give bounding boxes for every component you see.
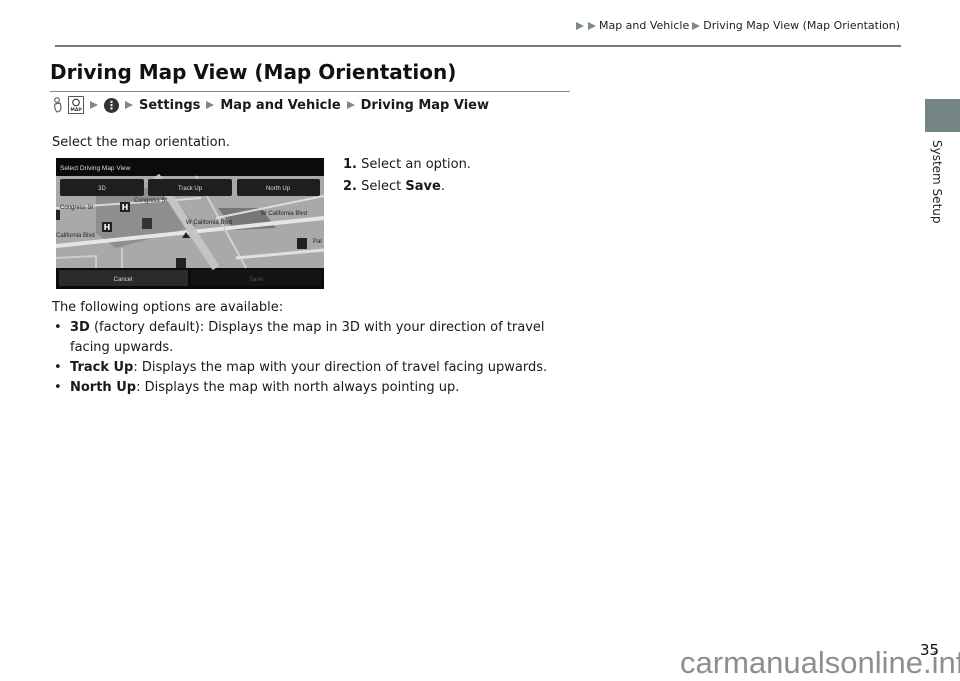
intro-text: Select the map orientation. bbox=[52, 135, 230, 150]
svg-text:MAP: MAP bbox=[70, 107, 82, 113]
option-desc: : Displays the map with your direction o… bbox=[133, 360, 548, 375]
step-number: 2. bbox=[343, 179, 357, 194]
step-suffix: . bbox=[440, 179, 445, 194]
option-desc: : Displays the map with north always poi… bbox=[136, 380, 460, 395]
option-3d-label: 3D bbox=[98, 186, 106, 192]
voice-hand-icon bbox=[54, 97, 62, 113]
section-label: System Setup bbox=[930, 140, 944, 224]
save-label: Save bbox=[249, 277, 263, 283]
breadcrumb-item[interactable]: Driving Map View (Map Orientation) bbox=[703, 19, 900, 32]
path-arrow-icon bbox=[346, 101, 355, 109]
path-item-settings: Settings bbox=[139, 97, 201, 113]
path-arrow-icon bbox=[125, 101, 133, 109]
breadcrumb-item[interactable]: Map and Vehicle bbox=[599, 19, 689, 32]
options-list: 3D (factory default): Displays the map i… bbox=[52, 318, 572, 398]
path-item-map-and-vehicle: Map and Vehicle bbox=[220, 97, 341, 113]
path-arrow-icon bbox=[90, 101, 98, 109]
step-number: 1. bbox=[343, 157, 357, 172]
map-street-label: W California Blvd bbox=[261, 211, 307, 217]
page-title: Driving Map View (Map Orientation) bbox=[50, 60, 457, 84]
breadcrumb-arrow-icon bbox=[587, 21, 596, 30]
breadcrumb: Map and Vehicle Driving Map View (Map Or… bbox=[575, 19, 900, 32]
map-street-label: Congress St bbox=[134, 198, 167, 204]
step-item: 1. Select an option. bbox=[343, 154, 471, 176]
page-number: 35 bbox=[920, 641, 940, 659]
screen-header: Select Driving Map View bbox=[60, 165, 131, 172]
path-item-driving-map-view: Driving Map View bbox=[360, 97, 489, 113]
options-intro: The following options are available: bbox=[52, 300, 284, 315]
svg-text:H: H bbox=[104, 223, 111, 232]
step-bold-term: Save bbox=[405, 179, 441, 194]
option-item: 3D (factory default): Displays the map i… bbox=[52, 318, 572, 358]
svg-text:H: H bbox=[122, 203, 129, 212]
steps-list: 1. Select an option. 2. Select Save. bbox=[343, 154, 471, 198]
option-name: Track Up bbox=[70, 360, 134, 375]
option-name: North Up bbox=[70, 380, 137, 395]
navigation-path: MAP ⋮ Settings Map and Vehicle Driving M… bbox=[53, 96, 489, 114]
header-divider bbox=[55, 45, 901, 47]
step-text: Select an option. bbox=[361, 157, 471, 172]
step-item: 2. Select Save. bbox=[343, 176, 471, 198]
option-north-up-label: North Up bbox=[266, 186, 291, 192]
watermark: carmanualsonline.info bbox=[680, 645, 960, 680]
more-menu-icon: ⋮ bbox=[104, 97, 119, 113]
map-button-icon: MAP bbox=[68, 96, 84, 114]
option-name: 3D bbox=[70, 320, 90, 335]
option-track-up-label: Track Up bbox=[178, 186, 203, 192]
map-street-label: California Blvd bbox=[56, 233, 95, 239]
options-section: The following options are available: 3D … bbox=[52, 298, 572, 398]
breadcrumb-arrow-icon bbox=[692, 21, 701, 30]
map-street-label: W California Blvd bbox=[186, 220, 232, 226]
step-text: Select bbox=[361, 179, 406, 194]
option-item: Track Up: Displays the map with your dir… bbox=[52, 358, 572, 378]
option-desc: (factory default): Displays the map in 3… bbox=[70, 320, 545, 355]
map-street-label: Pal bbox=[313, 239, 322, 245]
option-item: North Up: Displays the map with north al… bbox=[52, 378, 572, 398]
title-divider bbox=[50, 91, 570, 92]
path-arrow-icon bbox=[206, 101, 215, 109]
breadcrumb-arrow-icon bbox=[575, 21, 584, 30]
cancel-label: Cancel bbox=[114, 277, 133, 283]
map-street-label: Congress St bbox=[60, 205, 93, 211]
screen-illustration: H H Congress St Congress St W California… bbox=[56, 158, 324, 289]
section-tab-marker bbox=[925, 99, 960, 132]
